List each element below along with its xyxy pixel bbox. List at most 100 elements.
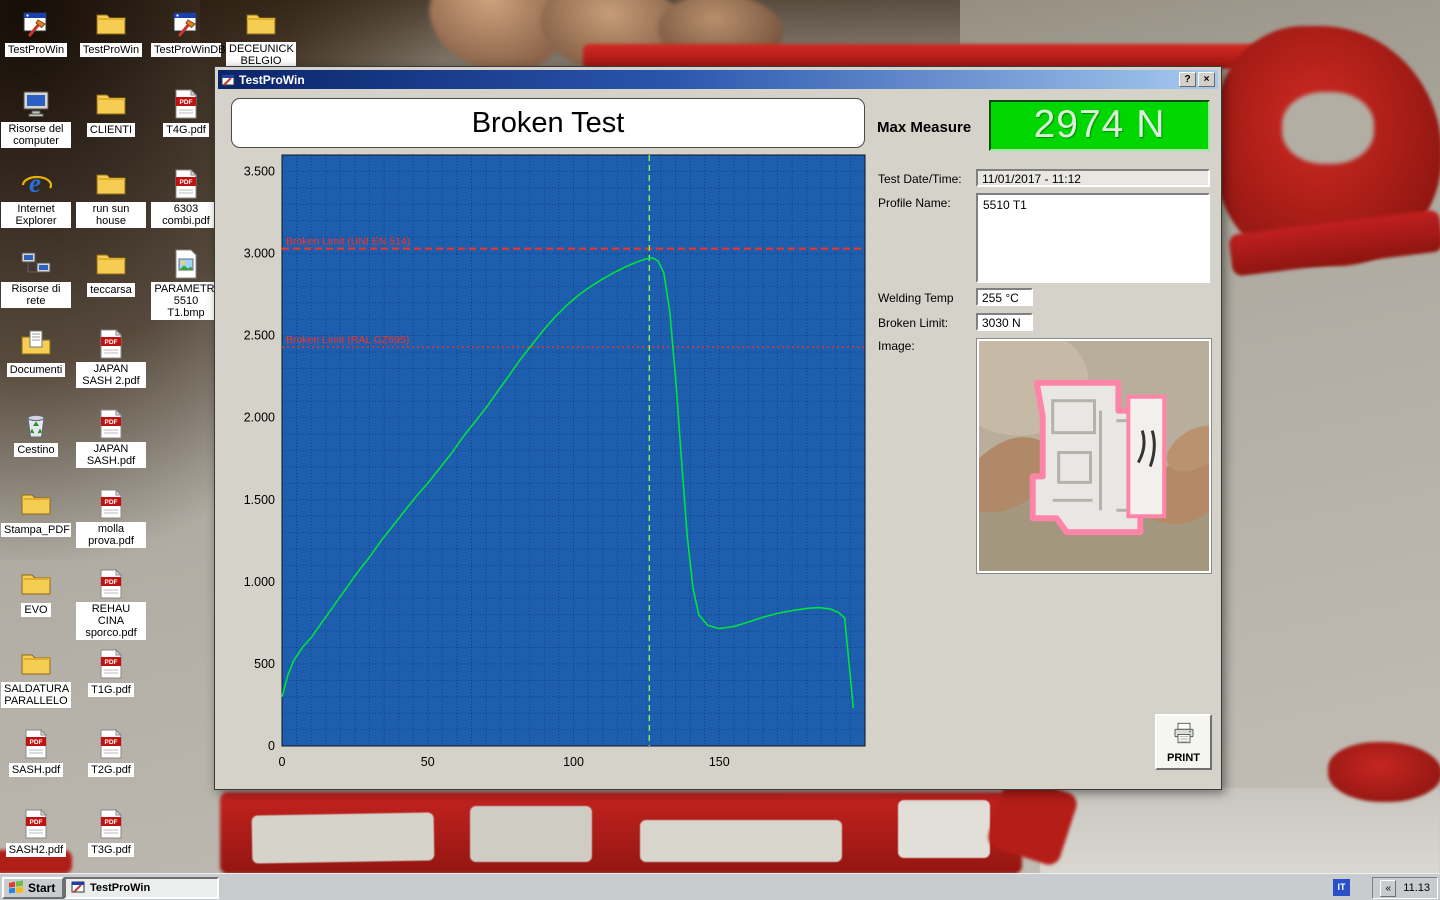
desktop-icon-sash2-pdf[interactable]: PDFSASH2.pdf — [1, 808, 71, 858]
desktop-icon-label: REHAU CINA sporco.pdf — [76, 602, 146, 640]
ie-icon: e — [20, 168, 52, 200]
desktop-icon-deceunick-belgio[interactable]: DECEUNICK BELGIO — [226, 8, 296, 69]
desktop: TestProWin Risorse del computer eInternet … — [0, 0, 1440, 900]
svg-text:PDF: PDF — [105, 739, 118, 746]
desktop-icon-documenti[interactable]: Documenti — [1, 328, 71, 378]
desktop-icon-japan-sash-pdf[interactable]: PDFJAPAN SASH.pdf — [76, 408, 146, 469]
desktop-icon-6303-combi-pdf[interactable]: PDF6303 combi.pdf — [151, 168, 221, 229]
svg-text:PDF: PDF — [105, 819, 118, 826]
desktop-icon-testprowindb[interactable]: TestProWinDB — [151, 8, 221, 58]
taskbar-task-testprowin[interactable]: TestProWin — [64, 877, 219, 899]
y-tick-label: 3.000 — [244, 247, 275, 261]
svg-text:PDF: PDF — [30, 819, 43, 826]
desktop-icon-cestino[interactable]: Cestino — [1, 408, 71, 458]
profile-name-field[interactable]: 5510 T1 — [976, 193, 1210, 283]
desktop-icon-label: JAPAN SASH 2.pdf — [76, 362, 146, 388]
folder-icon — [20, 568, 52, 600]
pdf-icon: PDF — [20, 728, 52, 760]
desktop-icon-teccarsa[interactable]: teccarsa — [76, 248, 146, 298]
limit-line-label: Broken Limit (RAL GZ695) — [286, 334, 409, 346]
desktop-icon-testprowin[interactable]: TestProWin — [76, 8, 146, 58]
pdf-icon: PDF — [20, 808, 52, 840]
folder-icon — [20, 648, 52, 680]
taskbar-clock: 11.13 — [1403, 882, 1430, 894]
desktop-icon-internet-explorer[interactable]: eInternet Explorer — [1, 168, 71, 229]
desktop-icon-t4g-pdf[interactable]: PDFT4G.pdf — [151, 88, 221, 138]
folder-icon — [95, 88, 127, 120]
app-icon — [20, 8, 52, 40]
svg-text:PDF: PDF — [180, 179, 193, 186]
x-tick-label: 100 — [563, 755, 584, 769]
taskbar: Start TestProWin IT « 11.13 — [0, 873, 1440, 900]
welding-temp-label: Welding Temp — [878, 291, 954, 305]
app-icon — [170, 8, 202, 40]
computer-icon — [20, 88, 52, 120]
max-measure-label: Max Measure — [877, 119, 971, 136]
collapse-tray-button[interactable]: « — [1380, 880, 1396, 897]
desktop-icon-label: T3G.pdf — [88, 843, 134, 857]
desktop-icon-label: TestProWin — [80, 43, 142, 57]
desktop-icon-label: EVO — [21, 603, 50, 617]
desktop-icon-evo[interactable]: EVO — [1, 568, 71, 618]
desktop-icon-molla-prova-pdf[interactable]: PDFmolla prova.pdf — [76, 488, 146, 549]
desktop-icon-label: T2G.pdf — [88, 763, 134, 777]
desktop-icon-label: Cestino — [14, 443, 57, 457]
desktop-icon-clienti[interactable]: CLIENTI — [76, 88, 146, 138]
desktop-icon-label: SASH.pdf — [9, 763, 63, 777]
desktop-icon-t1g-pdf[interactable]: PDF T1G.pdf — [76, 648, 146, 698]
desktop-icon-label: T1G.pdf — [88, 683, 134, 697]
y-tick-label: 500 — [254, 657, 275, 671]
help-button[interactable]: ? — [1179, 72, 1196, 87]
desktop-icon-label: Documenti — [7, 363, 66, 377]
x-tick-label: 50 — [421, 755, 435, 769]
desktop-icon-japan-sash-2-pdf[interactable]: PDF JAPAN SASH 2.pdf — [76, 328, 146, 389]
folder-icon — [245, 8, 277, 40]
network-icon — [20, 248, 52, 280]
desktop-icon-rehau-cina-sporco-pdf[interactable]: PDFREHAU CINA sporco.pdf — [76, 568, 146, 641]
svg-text:PDF: PDF — [105, 339, 118, 346]
desktop-icon-testprowin[interactable]: TestProWin — [1, 8, 71, 58]
y-tick-label: 1.000 — [244, 575, 275, 589]
documents-icon — [20, 328, 52, 360]
desktop-icon-label: Risorse del computer — [1, 122, 71, 148]
language-indicator[interactable]: IT — [1333, 879, 1350, 896]
test-heading: Broken Test — [231, 98, 865, 148]
desktop-icon-run-sun-house[interactable]: run sun house — [76, 168, 146, 229]
welding-temp-field[interactable]: 255 °C — [976, 288, 1033, 306]
desktop-icon-label: run sun house — [76, 202, 146, 228]
svg-text:PDF: PDF — [105, 419, 118, 426]
broken-limit-field[interactable]: 3030 N — [976, 313, 1033, 331]
y-tick-label: 2.000 — [244, 411, 275, 425]
system-tray: « 11.13 — [1372, 877, 1438, 899]
desktop-icon-parametri-5510-t1-bmp[interactable]: PARAMETRI 5510 T1.bmp — [151, 248, 221, 321]
desktop-icon-label: Risorse di rete — [1, 282, 71, 308]
pdf-icon: PDF — [95, 328, 127, 360]
desktop-icon-label: TestProWinDB — [151, 43, 221, 57]
desktop-icon-risorse-del-computer[interactable]: Risorse del computer — [1, 88, 71, 149]
svg-text:PDF: PDF — [105, 499, 118, 506]
y-tick-label: 1.500 — [244, 493, 275, 507]
recycle-icon — [20, 408, 52, 440]
image-label: Image: — [878, 339, 915, 353]
desktop-icon-risorse-di-rete[interactable]: Risorse di rete — [1, 248, 71, 309]
window-titlebar[interactable]: TestProWin ? × — [218, 70, 1218, 89]
desktop-icon-saldatura-parallelo[interactable]: SALDATURA PARALLELO — [1, 648, 71, 709]
desktop-icon-sash-pdf[interactable]: PDF SASH.pdf — [1, 728, 71, 778]
desktop-icon-t2g-pdf[interactable]: PDF T2G.pdf — [76, 728, 146, 778]
pdf-icon: PDF — [95, 648, 127, 680]
print-button[interactable]: PRINT — [1155, 714, 1212, 770]
printer-icon — [1171, 721, 1197, 750]
windows-logo-icon — [8, 880, 24, 897]
svg-text:PDF: PDF — [180, 99, 193, 106]
desktop-icon-t3g-pdf[interactable]: PDF T3G.pdf — [76, 808, 146, 858]
pdf-icon: PDF — [170, 88, 202, 120]
pdf-icon: PDF — [95, 808, 127, 840]
close-button[interactable]: × — [1198, 72, 1215, 87]
svg-text:e: e — [29, 168, 41, 198]
test-datetime-field[interactable]: 11/01/2017 - 11:12 — [976, 169, 1210, 187]
force-chart: Broken Limit (UNI EN 514)Broken Limit (R… — [240, 150, 870, 775]
desktop-icon-label: CLIENTI — [87, 123, 135, 137]
start-button[interactable]: Start — [2, 877, 64, 899]
testprowin-window: TestProWin ? × Broken Test Max Measure 2… — [214, 66, 1222, 790]
desktop-icon-stampa-pdf[interactable]: Stampa_PDF — [1, 488, 71, 538]
